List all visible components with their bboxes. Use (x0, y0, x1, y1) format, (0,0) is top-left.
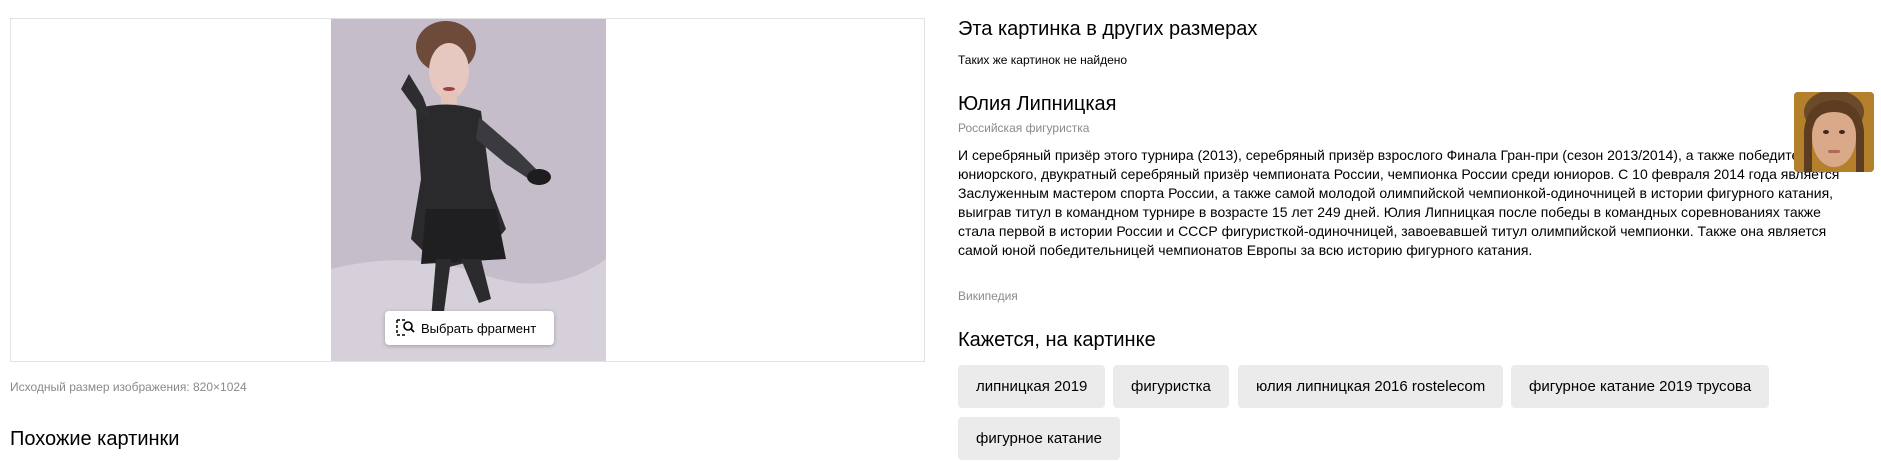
entity-photo[interactable] (1794, 92, 1874, 172)
tag-chip[interactable]: фигурное катание (958, 417, 1120, 460)
entity-bio: И серебряный призёр этого турнира (2013)… (958, 147, 1846, 258)
similar-images-heading: Похожие картинки (10, 428, 180, 450)
tag-chip[interactable]: липницкая 2019 (958, 365, 1106, 408)
seems-heading: Кажется, на картинке (958, 329, 1156, 351)
tag-chip[interactable]: юлия липницкая 2016 rostelecom (1238, 365, 1504, 408)
other-sizes-empty-text: Таких же картинок не найдено (958, 53, 1128, 67)
entity-subtitle: Российская фигуристка (958, 121, 1090, 135)
crop-search-icon (395, 318, 415, 338)
entity-name[interactable]: Юлия Липницкая (958, 93, 1116, 116)
tag-chip[interactable]: фигурное катание 2019 трусова (1511, 365, 1770, 408)
image-preview-frame: Выбрать фрагмент (10, 18, 925, 362)
select-fragment-button[interactable]: Выбрать фрагмент (385, 311, 555, 345)
preview-image[interactable] (331, 19, 606, 361)
other-sizes-heading: Эта картинка в других размерах (958, 18, 1258, 40)
entity-source-link[interactable]: Википедия (958, 289, 1018, 303)
select-fragment-label: Выбрать фрагмент (421, 320, 537, 336)
tag-chip[interactable]: фигуристка (1113, 365, 1229, 408)
entity-portrait (1794, 92, 1874, 172)
skater-figure-image (331, 19, 606, 361)
original-size-text: Исходный размер изображения: 820×1024 (10, 380, 247, 394)
